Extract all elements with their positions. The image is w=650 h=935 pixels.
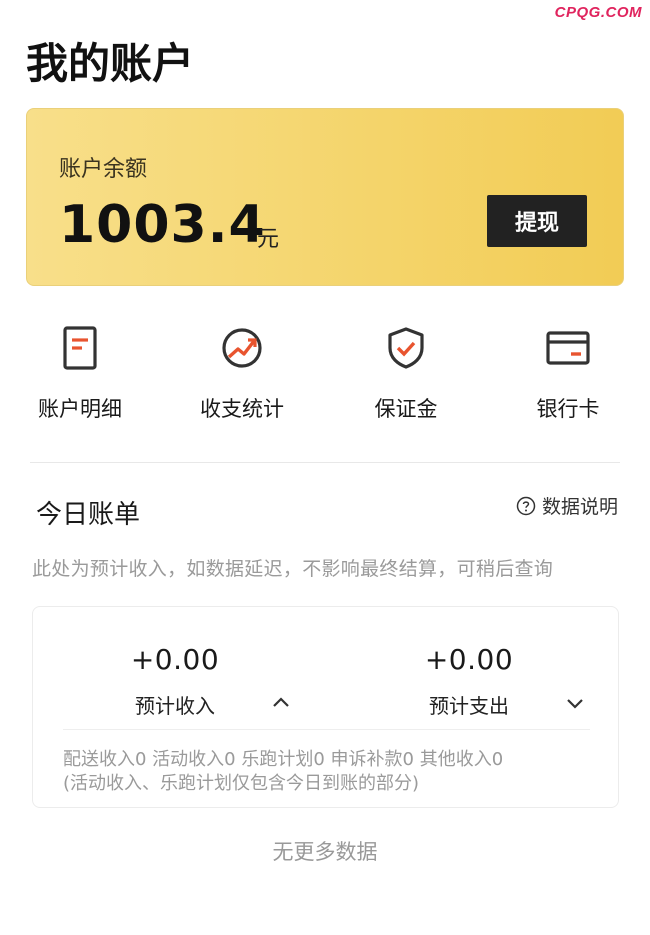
balance-label: 账户余额	[59, 157, 148, 182]
bank-card-icon	[546, 331, 590, 365]
balance-unit: 元	[257, 227, 280, 252]
quick-actions: 账户明细 收支统计 保证金 银行卡	[0, 325, 650, 435]
withdraw-button[interactable]: 提现	[487, 195, 587, 247]
quick-action-deposit[interactable]: 保证金	[336, 325, 476, 423]
section-divider	[30, 462, 620, 463]
expense-label: 预计支出	[429, 694, 509, 718]
quick-action-account-detail[interactable]: 账户明细	[10, 325, 150, 423]
no-more-data: 无更多数据	[272, 840, 378, 864]
income-column[interactable]: +0.00 预计收入	[75, 643, 275, 719]
summary-divider	[63, 729, 590, 730]
income-label: 预计收入	[135, 694, 215, 718]
bill-title: 今日账单	[36, 500, 141, 530]
quick-action-bank-card[interactable]: 银行卡	[498, 325, 638, 423]
watermark-logo: CPQG.COM	[554, 4, 642, 21]
page-title: 我的账户	[26, 39, 195, 88]
quick-action-label: 保证金	[374, 397, 438, 421]
quick-action-label: 账户明细	[38, 397, 122, 421]
question-circle-icon	[516, 496, 536, 515]
income-breakdown: 配送收入0 活动收入0 乐跑计划0 申诉补款0 其他收入0	[63, 749, 504, 770]
quick-action-label: 收支统计	[200, 397, 284, 421]
income-breakdown-note: (活动收入、乐跑计划仅包含今日到账的部分)	[63, 773, 420, 794]
document-icon	[63, 326, 97, 370]
data-help-link[interactable]: 数据说明	[516, 492, 618, 519]
estimate-note: 此处为预计收入，如数据延迟，不影响最终结算，可稍后查询	[32, 558, 554, 580]
quick-action-label: 银行卡	[536, 397, 600, 421]
income-value: +0.00	[130, 643, 220, 676]
expense-value: +0.00	[424, 643, 514, 676]
bill-summary-card: +0.00 预计收入 +0.00 预计支出 配送收入0 活动收入0 乐跑计划0 …	[32, 606, 619, 808]
chevron-up-icon[interactable]	[272, 696, 290, 708]
balance-amount: 1003.4	[59, 195, 266, 255]
trend-chart-icon	[222, 328, 262, 368]
shield-check-icon	[388, 327, 424, 369]
quick-action-stats[interactable]: 收支统计	[172, 325, 312, 423]
chevron-down-icon[interactable]	[566, 698, 584, 710]
expense-column[interactable]: +0.00 预计支出	[369, 643, 569, 719]
balance-card: 账户余额 1003.4 元 提现	[26, 108, 624, 286]
data-help-label: 数据说明	[541, 496, 618, 518]
